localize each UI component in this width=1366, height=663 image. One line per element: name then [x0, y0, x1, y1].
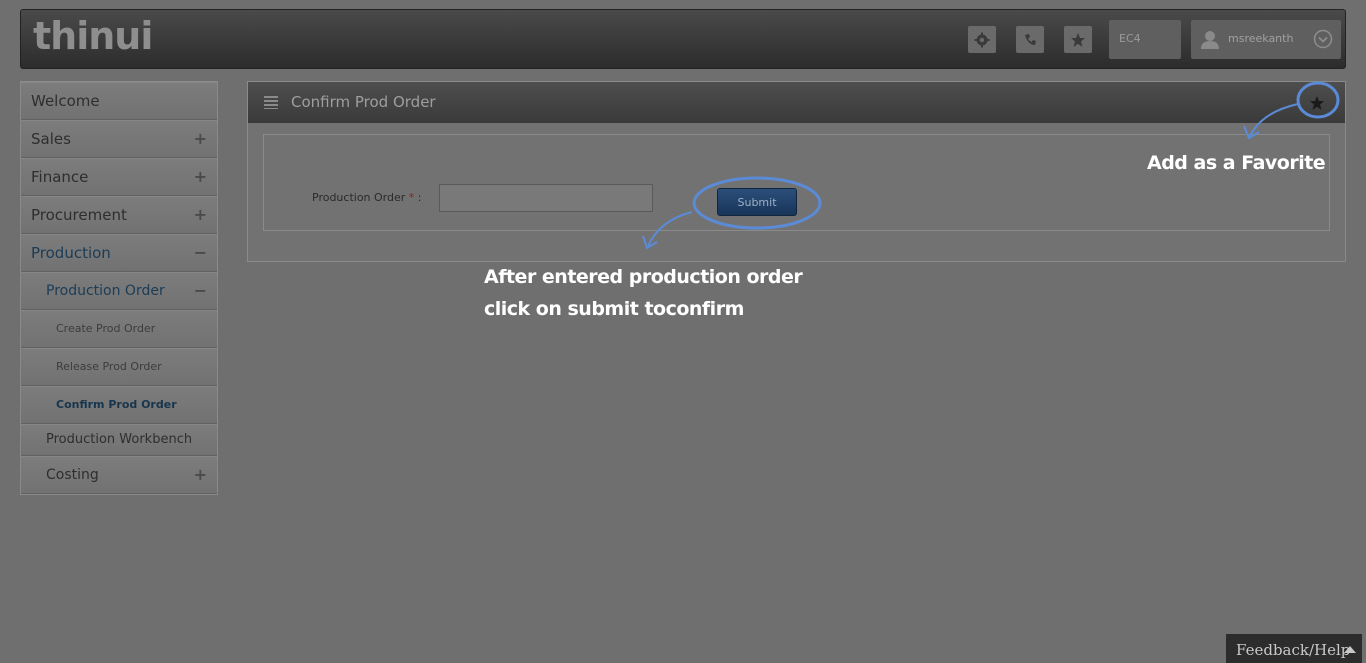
- sidebar-item-label: Costing: [46, 467, 99, 483]
- favorites-button[interactable]: [1064, 26, 1092, 53]
- sidebar-item-procurement[interactable]: Procurement +: [21, 196, 217, 234]
- client-label: EC4: [1119, 32, 1141, 45]
- sidebar-item-label: Production Order: [46, 283, 165, 299]
- sidebar-item-label: Create Prod Order: [56, 322, 156, 335]
- sidebar-item-label: Confirm Prod Order: [56, 398, 177, 411]
- feedback-label: Feedback/Help: [1236, 641, 1351, 659]
- sidebar-item-label: Release Prod Order: [56, 360, 162, 373]
- collapse-icon[interactable]: −: [194, 235, 207, 271]
- expand-icon[interactable]: +: [194, 457, 207, 493]
- contact-button[interactable]: [1016, 26, 1044, 53]
- feedback-help-button[interactable]: Feedback/Help: [1226, 634, 1362, 663]
- production-order-input[interactable]: [439, 184, 653, 212]
- chevron-down-icon[interactable]: [1313, 29, 1333, 49]
- sidebar-item-create-prod-order[interactable]: Create Prod Order: [21, 310, 217, 348]
- expand-icon[interactable]: +: [194, 121, 207, 157]
- sidebar-item-production-order[interactable]: Production Order −: [21, 272, 217, 310]
- field-label-text: Production Order: [312, 191, 406, 204]
- user-menu[interactable]: msreekanth: [1191, 20, 1341, 59]
- annotation-instruction-line1: After entered production order: [484, 266, 803, 288]
- expand-icon[interactable]: +: [194, 197, 207, 233]
- app-logo: thinui: [33, 14, 153, 58]
- submit-button[interactable]: Submit: [717, 188, 797, 216]
- sidebar-item-label: Sales: [31, 130, 71, 148]
- sidebar-item-production-workbench[interactable]: Production Workbench: [21, 424, 217, 456]
- panel-header: Confirm Prod Order: [248, 82, 1345, 123]
- expand-icon[interactable]: +: [194, 159, 207, 195]
- sidebar-item-finance[interactable]: Finance +: [21, 158, 217, 196]
- sidebar-item-welcome[interactable]: Welcome: [21, 82, 217, 120]
- menu-icon[interactable]: [264, 95, 278, 109]
- required-marker: *: [408, 191, 415, 204]
- sidebar-item-label: Finance: [31, 168, 89, 186]
- user-icon: [1201, 31, 1219, 49]
- sidebar-item-label: Production Workbench: [46, 432, 193, 447]
- arrow-up-icon: [1344, 646, 1356, 653]
- sidebar-item-label: Welcome: [31, 92, 100, 110]
- production-order-label: Production Order * :: [312, 191, 422, 204]
- sidebar-item-production[interactable]: Production −: [21, 234, 217, 272]
- page-title: Confirm Prod Order: [291, 93, 436, 111]
- sidebar-item-label: Production: [31, 244, 111, 262]
- top-bar: thinui EC4 msreekanth: [20, 9, 1346, 69]
- settings-button[interactable]: [968, 26, 996, 53]
- client-selector[interactable]: EC4: [1109, 20, 1181, 59]
- add-favorite-button[interactable]: [1303, 89, 1331, 117]
- gear-icon: [974, 32, 990, 47]
- sidebar-item-confirm-prod-order[interactable]: Confirm Prod Order: [21, 386, 217, 424]
- sidebar-nav: Welcome Sales + Finance + Procurement + …: [20, 81, 218, 495]
- phone-icon: [1025, 33, 1036, 45]
- username-label: msreekanth: [1228, 32, 1294, 45]
- star-icon: [1310, 96, 1324, 110]
- sidebar-item-release-prod-order[interactable]: Release Prod Order: [21, 348, 217, 386]
- annotation-instruction-line2: click on submit toconfirm: [484, 298, 744, 320]
- sidebar-item-label: Procurement: [31, 206, 127, 224]
- sidebar-item-sales[interactable]: Sales +: [21, 120, 217, 158]
- collapse-icon[interactable]: −: [194, 273, 207, 309]
- star-icon: [1071, 32, 1085, 47]
- label-suffix: :: [417, 191, 422, 204]
- sidebar-item-costing[interactable]: Costing +: [21, 456, 217, 494]
- annotation-favorite: Add as a Favorite: [1147, 152, 1326, 174]
- form-container: Production Order * : Submit: [263, 134, 1330, 231]
